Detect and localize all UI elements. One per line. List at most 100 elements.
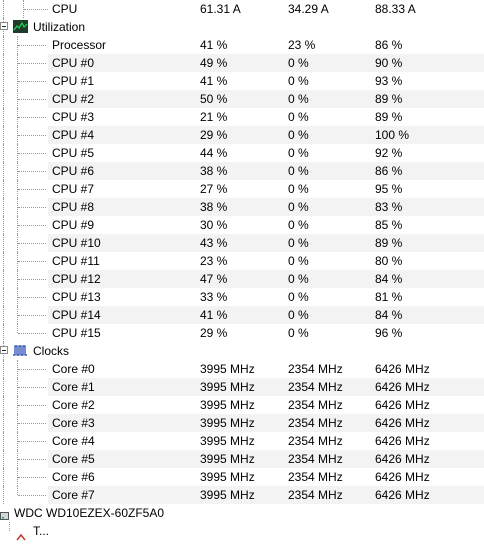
utilization-row[interactable]: CPU #13 33 % 0 % 81 % <box>0 288 484 306</box>
sensor-min: 0 % <box>288 92 309 106</box>
sensor-value: 3995 MHz <box>200 434 255 448</box>
sensor-min: 0 % <box>288 56 309 70</box>
sensor-min: 0 % <box>288 308 309 322</box>
sensor-value: 43 % <box>200 236 228 250</box>
sensor-value: 23 % <box>200 254 228 268</box>
group-icon <box>16 528 26 541</box>
sensor-max: 95 % <box>375 182 403 196</box>
utilization-row[interactable]: CPU #4 29 % 0 % 100 % <box>0 126 484 144</box>
sensor-max: 92 % <box>375 146 403 160</box>
sensor-label: Core #5 <box>52 452 95 466</box>
sensor-label: CPU #0 <box>52 56 95 70</box>
utilization-row[interactable]: CPU #15 29 % 0 % 96 % <box>0 324 484 342</box>
sensor-max: 86 % <box>375 38 403 52</box>
clock-row[interactable]: Core #2 3995 MHz 2354 MHz 6426 MHz <box>0 396 484 414</box>
sensor-max: 6426 MHz <box>375 488 430 502</box>
sensor-label: CPU #1 <box>52 74 95 88</box>
sensor-max: 6426 MHz <box>375 380 430 394</box>
utilization-row[interactable]: CPU #0 49 % 0 % 90 % <box>0 54 484 72</box>
clock-row[interactable]: Core #4 3995 MHz 2354 MHz 6426 MHz <box>0 432 484 450</box>
utilization-row[interactable]: CPU #1 41 % 0 % 93 % <box>0 72 484 90</box>
utilization-row[interactable]: Processor 41 % 23 % 86 % <box>0 36 484 54</box>
utilization-row[interactable]: CPU #6 38 % 0 % 86 % <box>0 162 484 180</box>
sensor-label: CPU #7 <box>52 182 95 196</box>
sensor-min: 2354 MHz <box>288 380 343 394</box>
clock-pulse-icon <box>13 344 28 357</box>
group-label: T... <box>33 524 50 538</box>
sensor-label: CPU #5 <box>52 146 95 160</box>
sensor-min: 2354 MHz <box>288 434 343 448</box>
sensor-max: 6426 MHz <box>375 452 430 466</box>
sensor-min: 0 % <box>288 290 309 304</box>
sensor-label: CPU #8 <box>52 200 95 214</box>
sensor-min: 0 % <box>288 272 309 286</box>
sensor-value: 38 % <box>200 200 228 214</box>
utilization-row[interactable]: CPU #3 21 % 0 % 89 % <box>0 108 484 126</box>
sensor-min: 2354 MHz <box>288 398 343 412</box>
sensor-max: 89 % <box>375 110 403 124</box>
group-clocks[interactable]: Clocks <box>0 342 484 360</box>
sensor-value: 61.31 A <box>200 2 241 16</box>
sensor-value: 30 % <box>200 218 228 232</box>
sensor-value: 38 % <box>200 164 228 178</box>
sensor-min: 0 % <box>288 326 309 340</box>
sensor-max: 86 % <box>375 164 403 178</box>
clock-row[interactable]: Core #0 3995 MHz 2354 MHz 6426 MHz <box>0 360 484 378</box>
sensor-max: 90 % <box>375 56 403 70</box>
hardware-disk[interactable]: WDC WD10EZEX-60ZF5A0 <box>0 504 484 522</box>
sensor-min: 0 % <box>288 200 309 214</box>
utilization-row[interactable]: CPU #7 27 % 0 % 95 % <box>0 180 484 198</box>
disk-label: WDC WD10EZEX-60ZF5A0 <box>14 506 165 520</box>
sensor-value: 21 % <box>200 110 228 124</box>
sensor-row-cpu-current[interactable]: CPU 61.31 A 34.29 A 88.33 A <box>0 0 484 18</box>
sensor-label: CPU #11 <box>52 254 100 268</box>
collapse-utilization-icon[interactable] <box>0 22 8 30</box>
utilization-row[interactable]: CPU #11 23 % 0 % 80 % <box>0 252 484 270</box>
sensor-min: 0 % <box>288 218 309 232</box>
sensor-min: 0 % <box>288 236 309 250</box>
sensor-value: 29 % <box>200 326 228 340</box>
utilization-row[interactable]: CPU #14 41 % 0 % 84 % <box>0 306 484 324</box>
clock-row[interactable]: Core #1 3995 MHz 2354 MHz 6426 MHz <box>0 378 484 396</box>
sensor-value: 3995 MHz <box>200 488 255 502</box>
sensor-min: 2354 MHz <box>288 470 343 484</box>
sensor-label: Core #0 <box>52 362 95 376</box>
utilization-row[interactable]: CPU #10 43 % 0 % 89 % <box>0 234 484 252</box>
clock-row[interactable]: Core #3 3995 MHz 2354 MHz 6426 MHz <box>0 414 484 432</box>
sensor-max: 84 % <box>375 308 403 322</box>
sensor-max: 81 % <box>375 290 403 304</box>
utilization-row[interactable]: CPU #5 44 % 0 % 92 % <box>0 144 484 162</box>
sensor-value: 3995 MHz <box>200 362 255 376</box>
sensor-label: CPU #6 <box>52 164 95 178</box>
sensor-label: CPU #10 <box>52 236 101 250</box>
sensor-max: 6426 MHz <box>375 362 430 376</box>
sensor-value: 29 % <box>200 128 228 142</box>
sensor-max: 85 % <box>375 218 403 232</box>
sensor-min: 0 % <box>288 110 309 124</box>
utilization-row[interactable]: CPU #8 38 % 0 % 83 % <box>0 198 484 216</box>
sensor-max: 89 % <box>375 236 403 250</box>
sensor-label: CPU #9 <box>52 218 95 232</box>
sensor-max: 89 % <box>375 92 403 106</box>
sensor-label: CPU #4 <box>52 128 95 142</box>
utilization-row[interactable]: CPU #9 30 % 0 % 85 % <box>0 216 484 234</box>
sensor-label: CPU <box>52 2 78 16</box>
clock-row[interactable]: Core #7 3995 MHz 2354 MHz 6426 MHz <box>0 486 484 504</box>
sensor-max: 93 % <box>375 74 403 88</box>
sensor-label: Processor <box>52 38 107 52</box>
group-next[interactable]: T... <box>0 522 484 541</box>
utilization-row[interactable]: CPU #2 50 % 0 % 89 % <box>0 90 484 108</box>
sensor-value: 41 % <box>200 38 228 52</box>
clock-row[interactable]: Core #6 3995 MHz 2354 MHz 6426 MHz <box>0 468 484 486</box>
collapse-clocks-icon[interactable] <box>0 346 8 354</box>
sensor-value: 3995 MHz <box>200 452 255 466</box>
sensor-min: 2354 MHz <box>288 452 343 466</box>
utilization-row[interactable]: CPU #12 47 % 0 % 84 % <box>0 270 484 288</box>
sensor-label: Core #1 <box>52 380 95 394</box>
sensor-max: 6426 MHz <box>375 434 430 448</box>
sensor-max: 6426 MHz <box>375 416 430 430</box>
group-utilization[interactable]: Utilization <box>0 18 484 36</box>
sensor-min: 23 % <box>288 38 316 52</box>
clock-row[interactable]: Core #5 3995 MHz 2354 MHz 6426 MHz <box>0 450 484 468</box>
sensor-label: Core #4 <box>52 434 95 448</box>
